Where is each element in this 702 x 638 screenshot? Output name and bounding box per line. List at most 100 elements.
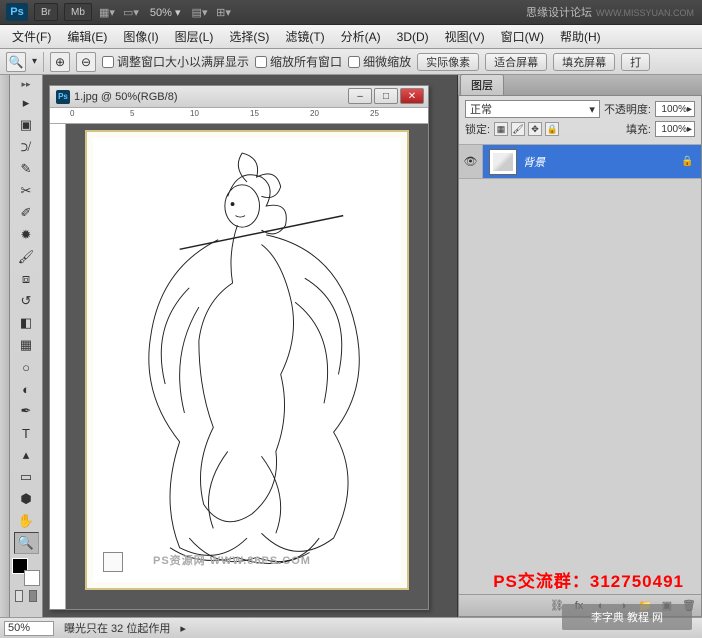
close-button[interactable]: ✕: [400, 88, 424, 104]
panel-tab-bar: 图层: [458, 75, 702, 95]
zoom-indicator[interactable]: 50% ▾: [146, 6, 185, 19]
print-size-button[interactable]: 打: [621, 53, 650, 71]
watermark-text: PS资源网 WWW.86PS.COM: [153, 552, 311, 568]
guides-icon[interactable]: ⊞▾: [215, 3, 233, 21]
menu-analysis[interactable]: 分析(A): [333, 28, 389, 45]
quick-mask-toggle[interactable]: [12, 590, 40, 606]
scrubby-zoom-checkbox[interactable]: 细微缩放: [348, 53, 411, 70]
canvas[interactable]: PS资源网 WWW.86PS.COM: [66, 124, 428, 609]
pen-tool[interactable]: ✒: [14, 400, 39, 422]
document-title: 1.jpg @ 50%(RGB/8): [74, 91, 178, 103]
eraser-tool[interactable]: ◧: [14, 312, 39, 334]
horizontal-ruler: 0 5 10 15 20 25: [50, 108, 428, 124]
layer-item-background[interactable]: 👁 背景 🔒: [459, 145, 701, 179]
fill-screen-button[interactable]: 填充屏幕: [553, 53, 615, 71]
panel-dock: 图层 正常▾ 不透明度: 100% ▸ 锁定: ▦ 🖌 ✥ 🔒: [457, 75, 702, 617]
zoom-out-icon[interactable]: ⊖: [76, 52, 96, 72]
tab-layers[interactable]: 图层: [460, 74, 504, 95]
menu-help[interactable]: 帮助(H): [552, 28, 609, 45]
dropdown-arrow-icon[interactable]: ▾: [32, 56, 37, 67]
lock-pixels-icon[interactable]: 🖌: [511, 122, 525, 136]
menu-layer[interactable]: 图层(L): [167, 28, 222, 45]
zoom-tool-icon[interactable]: 🔍: [6, 52, 26, 72]
brush-tool[interactable]: 🖌: [14, 246, 39, 268]
fill-label: 填充:: [626, 121, 651, 137]
line-art-figure: [93, 138, 401, 582]
fit-screen-button[interactable]: 适合屏幕: [485, 53, 547, 71]
status-zoom-input[interactable]: 50%: [4, 621, 54, 636]
lasso-tool[interactable]: ⟉: [14, 136, 39, 158]
lock-transparency-icon[interactable]: ▦: [494, 122, 508, 136]
opacity-input[interactable]: 100% ▸: [655, 101, 695, 117]
layer-name-label[interactable]: 背景: [523, 154, 681, 170]
menu-image[interactable]: 图像(I): [115, 28, 166, 45]
lock-all-icon[interactable]: 🔒: [545, 122, 559, 136]
vertical-ruler: [50, 124, 66, 609]
stamp-tool[interactable]: ⧈: [14, 268, 39, 290]
menu-window[interactable]: 窗口(W): [493, 28, 552, 45]
artwork-frame: PS资源网 WWW.86PS.COM: [85, 130, 409, 590]
healing-brush-tool[interactable]: ✹: [14, 224, 39, 246]
screen-mode-icon[interactable]: ▭▾: [122, 3, 140, 21]
visibility-toggle[interactable]: 👁: [459, 145, 483, 178]
blur-tool[interactable]: ○: [14, 356, 39, 378]
crop-tool[interactable]: ✂: [14, 180, 39, 202]
zoom-in-icon[interactable]: ⊕: [50, 52, 70, 72]
workspace: Ps 1.jpg @ 50%(RGB/8) – □ ✕ 0 5 10 15 20…: [43, 75, 457, 617]
marquee-tool[interactable]: ▣: [14, 114, 39, 136]
layer-thumbnail[interactable]: [489, 149, 517, 175]
lock-label: 锁定:: [465, 121, 490, 137]
menu-bar: 文件(F) 编辑(E) 图像(I) 图层(L) 选择(S) 滤镜(T) 分析(A…: [0, 25, 702, 49]
type-tool[interactable]: T: [14, 422, 39, 444]
menu-select[interactable]: 选择(S): [221, 28, 277, 45]
dodge-tool[interactable]: ◐: [14, 378, 39, 400]
bridge-button[interactable]: Br: [34, 3, 58, 21]
move-tool[interactable]: ▸: [14, 92, 39, 114]
extras-icon[interactable]: ▤▾: [191, 3, 209, 21]
status-info: 曝光只在 32 位起作用: [64, 620, 170, 636]
chevron-down-icon: ▾: [589, 103, 595, 116]
separator: [43, 52, 44, 72]
layer-list: 👁 背景 🔒: [459, 145, 701, 594]
menu-file[interactable]: 文件(F): [4, 28, 59, 45]
hand-tool[interactable]: ✋: [14, 510, 39, 532]
maximize-button[interactable]: □: [374, 88, 398, 104]
background-color[interactable]: [24, 570, 40, 586]
path-select-tool[interactable]: ▴: [14, 444, 39, 466]
menu-edit[interactable]: 编辑(E): [59, 28, 115, 45]
zoom-tool[interactable]: 🔍: [14, 532, 39, 554]
ps-mini-icon: Ps: [56, 90, 70, 104]
seal-stamp: [103, 552, 123, 572]
lock-icon: 🔒: [681, 156, 701, 167]
ps-logo: Ps: [6, 3, 28, 21]
blend-mode-select[interactable]: 正常▾: [465, 100, 600, 118]
qq-group-overlay: PS交流群：312750491: [493, 567, 684, 592]
arrange-icon[interactable]: ▦▾: [98, 3, 116, 21]
site-branding: 思缘设计论坛WWW.MISSYUAN.COM: [526, 4, 694, 20]
color-swatches[interactable]: [12, 558, 40, 586]
3d-tool[interactable]: ⬢: [14, 488, 39, 510]
opacity-label: 不透明度:: [604, 101, 651, 117]
menu-3d[interactable]: 3D(D): [389, 30, 437, 44]
menu-filter[interactable]: 滤镜(T): [277, 28, 332, 45]
actual-pixels-button[interactable]: 实际像素: [417, 53, 479, 71]
brand-overlay: 李字典 教程 网: [562, 604, 692, 630]
document-titlebar[interactable]: Ps 1.jpg @ 50%(RGB/8) – □ ✕: [50, 86, 428, 108]
menu-view[interactable]: 视图(V): [437, 28, 493, 45]
shape-tool[interactable]: ▭: [14, 466, 39, 488]
mini-bridge-button[interactable]: Mb: [64, 3, 92, 21]
fill-input[interactable]: 100% ▸: [655, 121, 695, 137]
lock-position-icon[interactable]: ✥: [528, 122, 542, 136]
collapsed-panel-dock[interactable]: [0, 75, 10, 617]
zoom-all-checkbox[interactable]: 缩放所有窗口: [255, 53, 342, 70]
resize-fit-checkbox[interactable]: 调整窗口大小以满屏显示: [102, 53, 249, 70]
quick-select-tool[interactable]: ✎: [14, 158, 39, 180]
gradient-tool[interactable]: ▦: [14, 334, 39, 356]
app-toolbar: Ps Br Mb ▦▾ ▭▾ 50% ▾ ▤▾ ⊞▾ 思缘设计论坛WWW.MIS…: [0, 0, 702, 25]
toolbox-handle-icon[interactable]: ▸▸: [21, 79, 30, 90]
history-brush-tool[interactable]: ↺: [14, 290, 39, 312]
options-bar: 🔍 ▾ ⊕ ⊖ 调整窗口大小以满屏显示 缩放所有窗口 细微缩放 实际像素 适合屏…: [0, 49, 702, 75]
eyedropper-tool[interactable]: ✐: [14, 202, 39, 224]
status-menu-arrow-icon[interactable]: ▸: [180, 622, 186, 635]
minimize-button[interactable]: –: [348, 88, 372, 104]
